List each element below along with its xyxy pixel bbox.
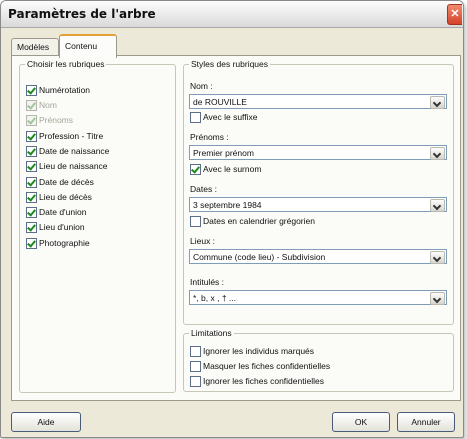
nom-style-value: de ROUVILLE — [193, 97, 247, 107]
checkbox[interactable] — [190, 361, 201, 372]
checkbox — [26, 115, 37, 126]
field-label: Lieu de naissance — [39, 161, 108, 171]
checkbox[interactable] — [26, 85, 37, 96]
option-label: Masquer les fiches confidentielles — [203, 361, 331, 371]
field-label: Prénoms — [39, 115, 74, 125]
choose-fields-legend: Choisir les rubriques — [25, 59, 107, 70]
field-label: Date de naissance — [39, 146, 110, 156]
dates-style-value: 3 septembre 1984 — [193, 200, 262, 210]
intitules-style-select[interactable]: *, b, x , † ... — [189, 290, 447, 305]
checkbox[interactable] — [26, 131, 37, 142]
checkbox[interactable] — [190, 376, 201, 387]
prenoms-style-select[interactable]: Premier prénom — [189, 145, 447, 160]
option-label: Avec le surnom — [203, 164, 262, 174]
prenoms-label: Prénoms : — [190, 132, 229, 142]
option-label: Avec le suffixe — [203, 112, 258, 122]
close-icon: ✕ — [450, 8, 460, 20]
help-button[interactable]: Aide — [11, 412, 81, 432]
nom-label: Nom : — [190, 81, 213, 91]
contenu-panel: Choisir les rubriques Numérotation Nom P… — [11, 55, 461, 401]
lieux-style-select[interactable]: Commune (code lieu) - Subdivision — [189, 249, 447, 264]
limitations-legend: Limitations — [189, 328, 234, 339]
nom-style-select[interactable]: de ROUVILLE — [189, 94, 447, 109]
tree-settings-dialog: Paramètres de l'arbre ✕ Modèles Contenu … — [0, 0, 464, 438]
field-label: Numérotation — [39, 85, 91, 95]
field-label: Lieu d'union — [39, 222, 85, 232]
field-label: Photographie — [39, 238, 90, 248]
checkbox — [26, 100, 37, 111]
checkbox[interactable] — [26, 207, 37, 218]
option-label: Ignorer les individus marqués — [203, 346, 315, 356]
field-label: Nom — [39, 100, 57, 110]
window-title: Paramètres de l'arbre — [8, 7, 156, 21]
lieux-style-value: Commune (code lieu) - Subdivision — [193, 252, 326, 262]
chevron-down-icon[interactable] — [430, 199, 445, 212]
checkbox[interactable] — [26, 222, 37, 233]
lieux-label: Lieux : — [190, 236, 216, 246]
field-styles-legend: Styles des rubriques — [189, 59, 271, 70]
checkbox[interactable] — [26, 238, 37, 249]
chevron-down-icon[interactable] — [430, 292, 445, 305]
field-styles-group: Styles des rubriques Nom : de ROUVILLE A… — [183, 59, 454, 325]
checkbox[interactable] — [190, 112, 201, 123]
checkbox[interactable] — [190, 346, 201, 357]
checkbox[interactable] — [26, 161, 37, 172]
tab-modeles[interactable]: Modèles — [11, 38, 59, 56]
field-label: Date d'union — [39, 207, 87, 217]
checkbox[interactable] — [190, 216, 201, 227]
field-label: Profession - Titre — [39, 131, 104, 141]
dates-style-select[interactable]: 3 septembre 1984 — [189, 197, 447, 212]
field-label: Date de décès — [39, 177, 94, 187]
chevron-down-icon[interactable] — [430, 251, 445, 264]
field-label: Lieu de décès — [39, 192, 92, 202]
choose-fields-group: Choisir les rubriques Numérotation Nom P… — [19, 59, 176, 393]
checkbox[interactable] — [190, 164, 201, 175]
tab-contenu[interactable]: Contenu — [59, 34, 117, 58]
checkbox[interactable] — [26, 192, 37, 203]
limitations-group: Limitations Ignorer les individus marqué… — [183, 328, 454, 392]
option-label: Dates en calendrier grégorien — [203, 216, 315, 226]
checkbox[interactable] — [26, 146, 37, 157]
title-bar[interactable]: Paramètres de l'arbre ✕ — [1, 1, 463, 28]
chevron-down-icon[interactable] — [430, 96, 445, 109]
intitules-style-value: *, b, x , † ... — [193, 293, 236, 303]
dates-label: Dates : — [190, 184, 217, 194]
chevron-down-icon[interactable] — [430, 147, 445, 160]
option-label: Ignorer les fiches confidentielles — [203, 376, 324, 386]
ok-button[interactable]: OK — [332, 412, 390, 432]
intitules-label: Intitulés : — [190, 277, 225, 287]
checkbox[interactable] — [26, 177, 37, 188]
close-button[interactable]: ✕ — [447, 4, 462, 25]
prenoms-style-value: Premier prénom — [193, 148, 254, 158]
cancel-button[interactable]: Annuler — [397, 412, 455, 432]
